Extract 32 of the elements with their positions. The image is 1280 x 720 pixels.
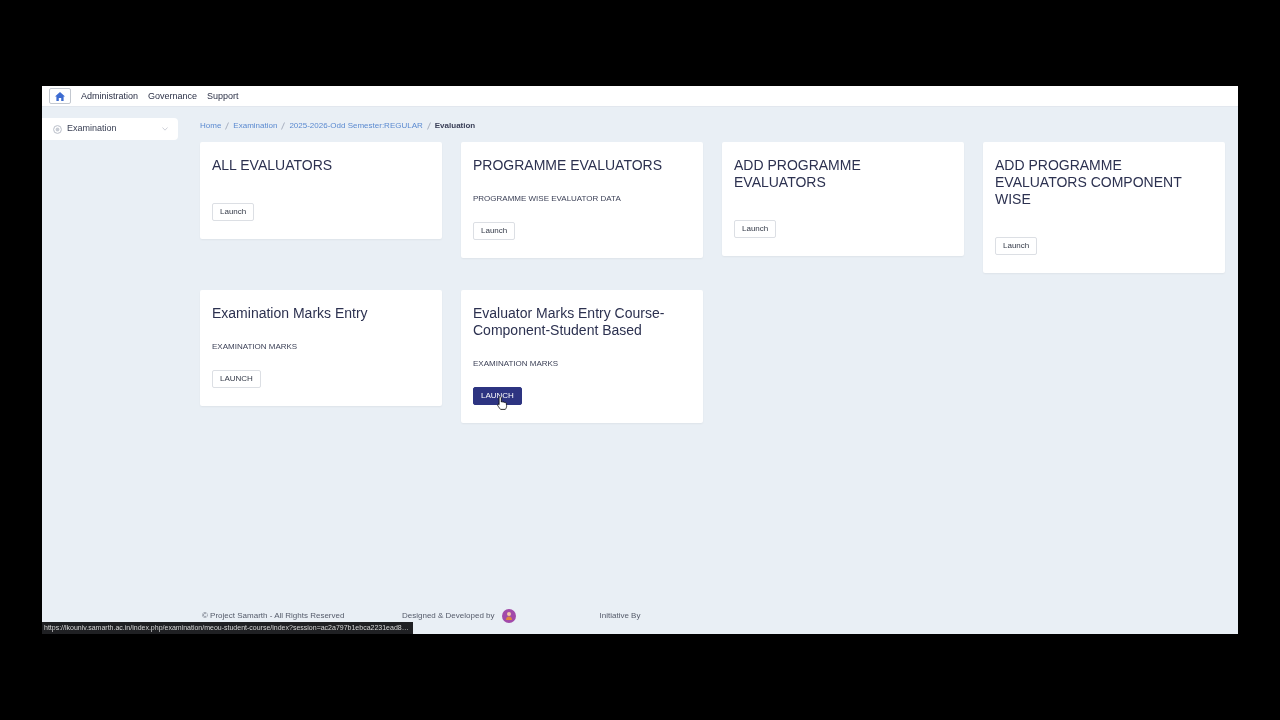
initiative-text: Initiative By xyxy=(599,611,641,621)
slash-separator-icon xyxy=(281,122,286,130)
credit-text: Designed & Developed by xyxy=(402,611,495,621)
launch-button[interactable]: Launch xyxy=(473,222,516,240)
sidebar-item[interactable]: Examination xyxy=(42,118,178,140)
nav-link[interactable]: Governance xyxy=(148,90,198,102)
home-button[interactable] xyxy=(49,88,71,104)
nav-link[interactable]: Administration xyxy=(81,90,139,102)
card-subtitle: PROGRAMME WISE EVALUATOR DATA xyxy=(473,194,622,204)
card-title: Examination Marks Entry xyxy=(212,305,369,322)
card-title: ADD PROGRAMME EVALUATORS xyxy=(734,157,862,191)
card-title: ADD PROGRAMME EVALUATORS COMPONENT WISE xyxy=(995,157,1183,208)
copyright-text: © Project Samarth - All Rights Reserved xyxy=(202,611,346,621)
card-title: Evaluator Marks Entry Course-Component-Student Based xyxy=(473,305,666,339)
launch-button[interactable]: Launch xyxy=(212,203,255,221)
slash-separator-icon xyxy=(225,122,230,130)
card-title: PROGRAMME EVALUATORS xyxy=(473,157,664,174)
chevron-down-icon xyxy=(162,127,168,131)
house-icon xyxy=(55,91,65,101)
launch-button[interactable]: LAUNCH xyxy=(212,370,261,388)
nav-link[interactable]: Support xyxy=(207,90,239,102)
slash-separator-icon xyxy=(426,122,431,130)
card-subtitle: EXAMINATION MARKS xyxy=(212,342,299,352)
breadcrumb-current: Evaluation xyxy=(434,121,476,131)
launch-button[interactable]: Launch xyxy=(995,237,1038,255)
card-title: ALL EVALUATORS xyxy=(212,157,334,174)
launch-button[interactable]: Launch xyxy=(734,220,777,238)
card-subtitle: EXAMINATION MARKS xyxy=(473,359,560,369)
circle-icon xyxy=(53,124,62,134)
launch-button[interactable]: LAUNCH xyxy=(473,387,522,405)
hand-cursor-icon xyxy=(497,396,508,410)
emblem-icon xyxy=(501,609,516,623)
